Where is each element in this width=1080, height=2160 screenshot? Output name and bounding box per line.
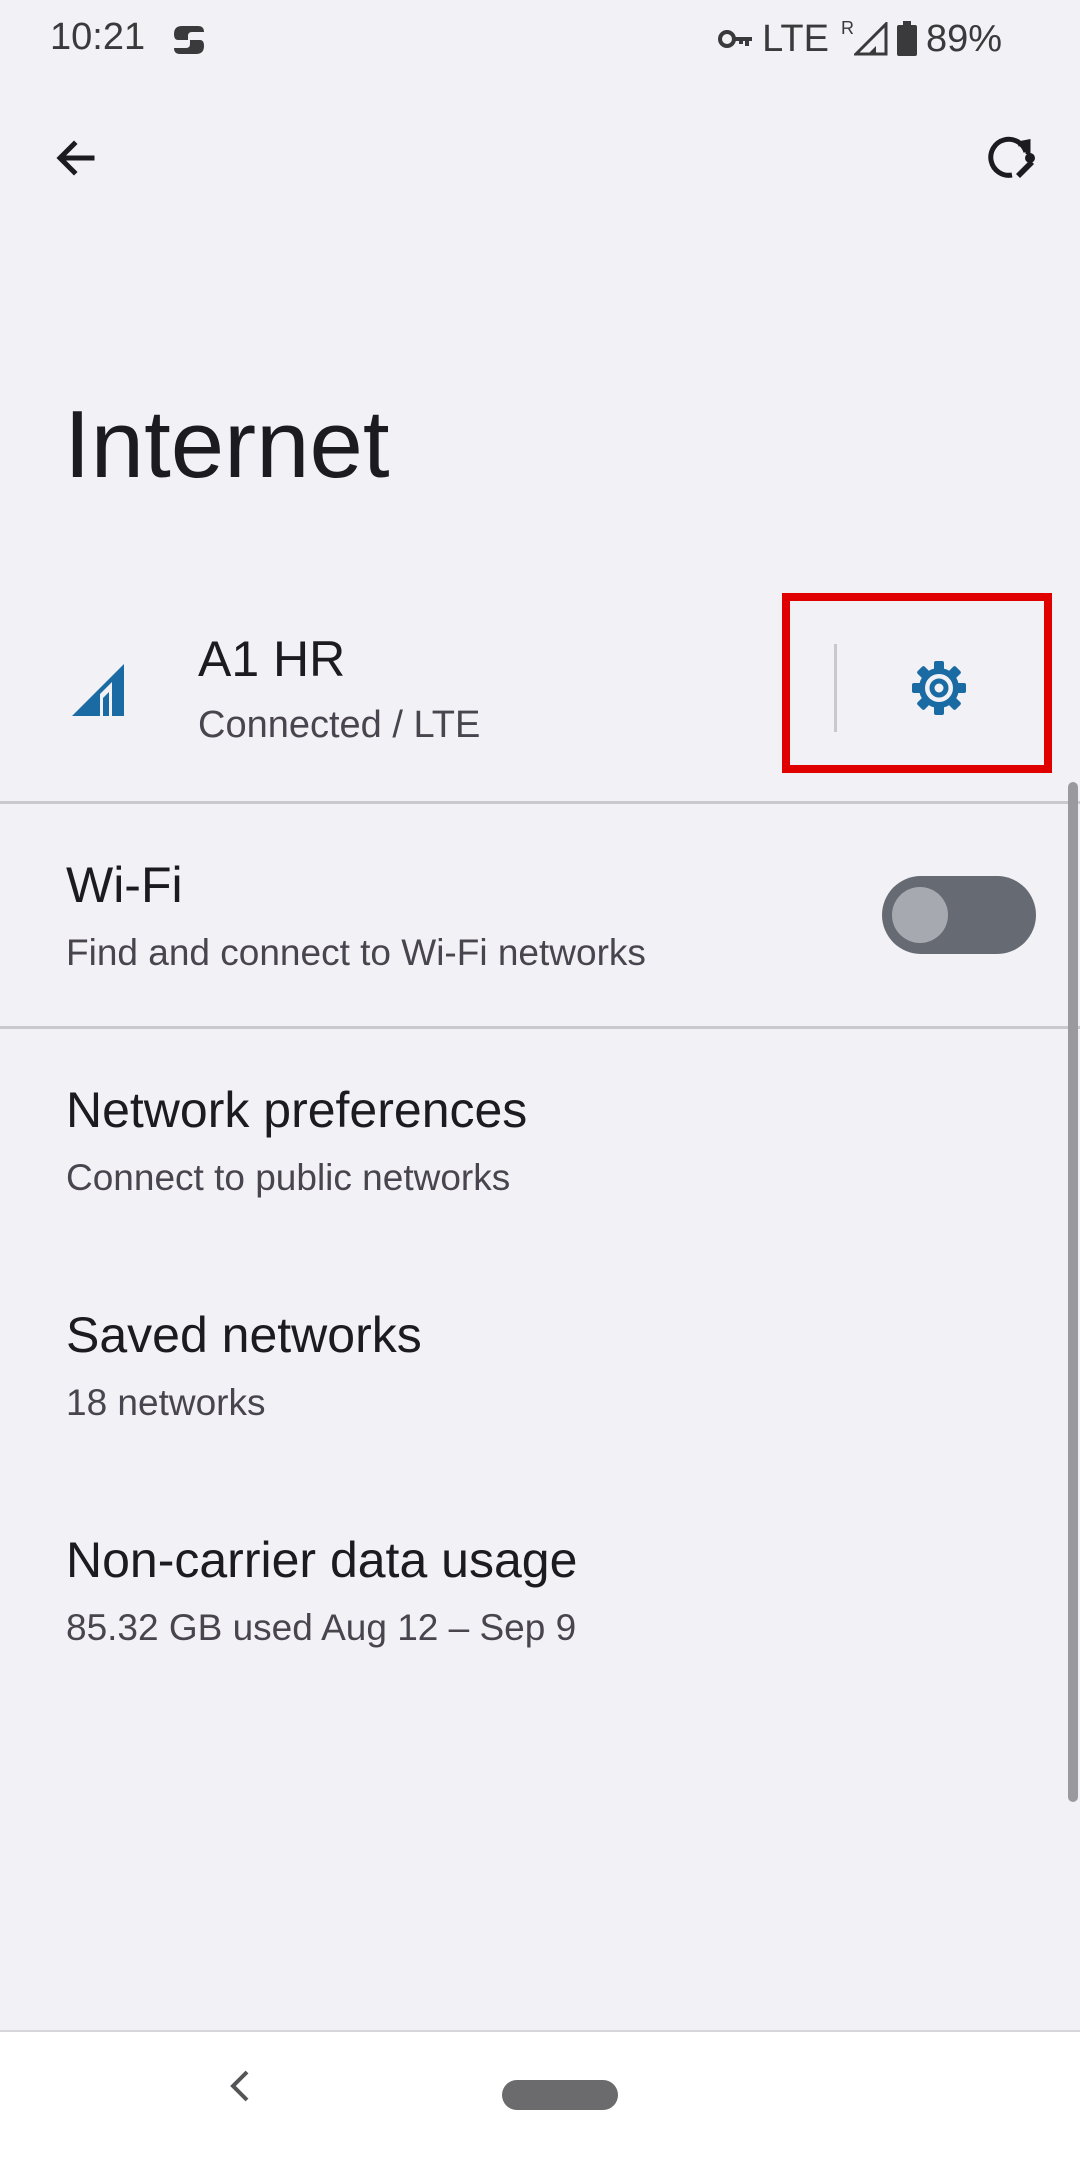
battery-percentage: 89%: [925, 17, 1002, 60]
gear-icon: [909, 658, 969, 723]
list-item-subtitle: 85.32 GB used Aug 12 – Sep 9: [66, 1607, 577, 1648]
wifi-toggle[interactable]: [882, 876, 1036, 954]
roaming-indicator: R: [840, 17, 854, 38]
saved-networks-item[interactable]: Saved networks 18 networks: [0, 1306, 1080, 1506]
network-preferences-item[interactable]: Network preferences Connect to public ne…: [0, 1081, 1080, 1281]
network-reset-button[interactable]: [968, 118, 1052, 202]
carrier-network-item[interactable]: A1 HR Connected / LTE: [0, 600, 1080, 800]
vpn-key-icon: [718, 27, 754, 51]
nav-home-button[interactable]: [502, 2080, 618, 2110]
list-item-subtitle: 18 networks: [66, 1382, 266, 1423]
chevron-left-icon: [225, 2066, 255, 2111]
list-item-title: Saved networks: [66, 1307, 422, 1363]
page-title: Internet: [64, 391, 390, 498]
carrier-name: A1 HR: [198, 631, 346, 687]
top-app-bar: [0, 100, 1080, 210]
status-time: 10:21: [50, 16, 146, 58]
navigation-bar: [0, 2030, 1080, 2160]
scrollbar[interactable]: [1068, 782, 1078, 1802]
internet-settings-screen: 10:21 LTE R 89% Internet A1 HR Connected…: [0, 0, 1080, 2160]
cellular-signal-icon: [70, 660, 130, 720]
carrier-status: Connected / LTE: [198, 704, 481, 746]
carrier-settings-button[interactable]: [884, 640, 994, 740]
list-item-title: Non-carrier data usage: [66, 1532, 578, 1588]
status-bar: 10:21 LTE R 89%: [0, 0, 1080, 80]
back-button[interactable]: [34, 118, 118, 202]
nav-back-button[interactable]: [218, 2060, 262, 2116]
status-indicators: LTE R 89%: [718, 14, 1002, 64]
vertical-divider: [834, 644, 837, 732]
network-type-label: LTE: [762, 17, 829, 60]
list-item-title: Network preferences: [66, 1082, 528, 1138]
divider: [0, 801, 1080, 804]
network-refresh-icon: [982, 130, 1038, 191]
list-item-subtitle: Connect to public networks: [66, 1157, 511, 1198]
signal-icon: [853, 22, 888, 56]
wifi-subtitle: Find and connect to Wi-Fi networks: [66, 932, 646, 973]
arrow-back-icon: [52, 134, 100, 187]
non-carrier-data-usage-item[interactable]: Non-carrier data usage 85.32 GB used Aug…: [0, 1531, 1080, 1731]
wifi-title: Wi-Fi: [66, 857, 183, 913]
toggle-thumb: [892, 887, 948, 943]
divider: [0, 1026, 1080, 1029]
app-notification-icon: [168, 22, 210, 58]
battery-icon: [896, 21, 918, 57]
